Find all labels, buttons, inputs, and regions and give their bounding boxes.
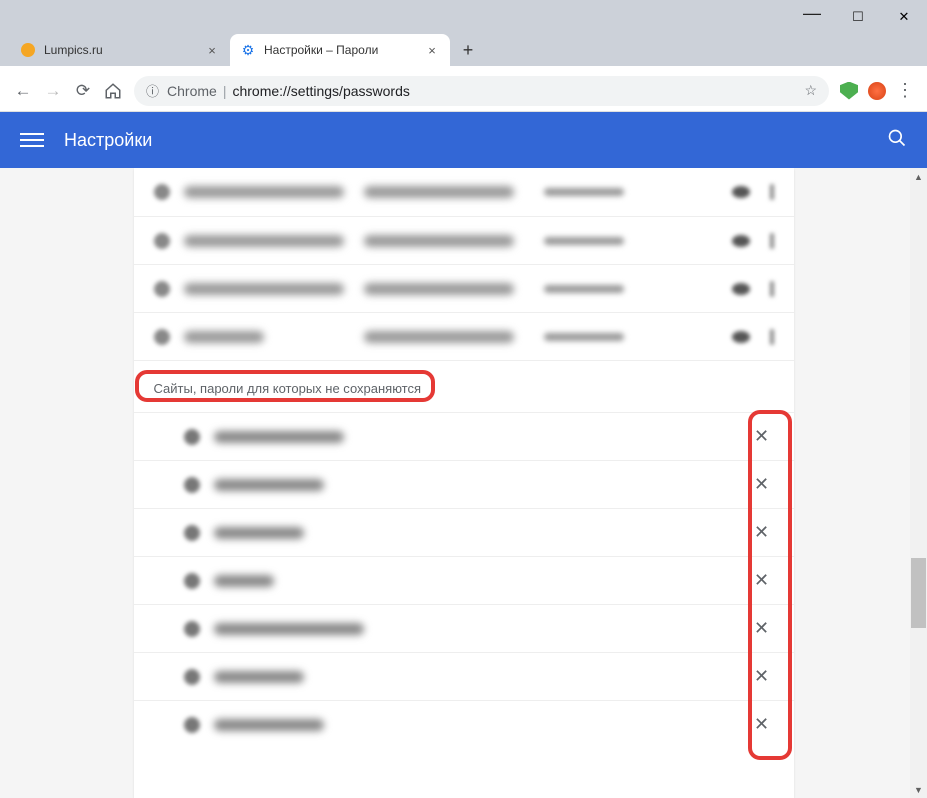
forward-button[interactable]: →: [38, 76, 68, 106]
site-name: [214, 431, 344, 443]
never-save-row[interactable]: ✕: [134, 652, 794, 700]
site-favicon-icon: [184, 429, 200, 445]
passwords-card: Сайты, пароли для которых не сохраняются…: [134, 168, 794, 798]
settings-title: Настройки: [64, 130, 887, 151]
site-name: [214, 479, 324, 491]
browser-menu-button[interactable]: ⋮: [891, 77, 919, 105]
site-name: [184, 331, 264, 343]
show-password-icon[interactable]: [732, 283, 750, 295]
search-icon[interactable]: [887, 128, 907, 153]
password-row[interactable]: [134, 168, 794, 216]
remove-x-icon[interactable]: ✕: [750, 570, 774, 591]
site-info-icon[interactable]: ⓘ: [146, 81, 159, 100]
extension-shield-icon[interactable]: [835, 77, 863, 105]
extension-orange-icon[interactable]: [863, 77, 891, 105]
site-name: [184, 186, 344, 198]
site-name: [184, 283, 344, 295]
home-button[interactable]: [98, 76, 128, 106]
window-close-button[interactable]: ✕: [881, 0, 927, 34]
tab-strip: Lumpics.ru × ⚙ Настройки – Пароли × +: [0, 30, 927, 66]
site-favicon-icon: [184, 621, 200, 637]
window-maximize-button[interactable]: ☐: [835, 0, 881, 34]
scroll-down-icon[interactable]: ▼: [910, 781, 927, 798]
password-masked: [544, 333, 624, 341]
site-favicon-icon: [154, 184, 170, 200]
show-password-icon[interactable]: [732, 331, 750, 343]
row-menu-icon[interactable]: [770, 184, 774, 200]
never-save-row[interactable]: ✕: [134, 460, 794, 508]
tab-lumpics[interactable]: Lumpics.ru ×: [10, 34, 230, 66]
scroll-thumb[interactable]: [911, 558, 926, 628]
new-tab-button[interactable]: +: [454, 36, 482, 64]
username: [364, 331, 514, 343]
vertical-scrollbar[interactable]: ▲ ▼: [910, 168, 927, 798]
password-row[interactable]: [134, 264, 794, 312]
site-favicon-icon: [154, 281, 170, 297]
site-name: [214, 575, 274, 587]
username: [364, 283, 514, 295]
username: [364, 186, 514, 198]
row-menu-icon[interactable]: [770, 281, 774, 297]
password-row[interactable]: [134, 312, 794, 360]
remove-x-icon[interactable]: ✕: [750, 666, 774, 687]
browser-toolbar: ← → ⟳ ⓘ Chrome | chrome://settings/passw…: [0, 70, 927, 112]
show-password-icon[interactable]: [732, 235, 750, 247]
never-save-row[interactable]: ✕: [134, 412, 794, 460]
tab-close-icon[interactable]: ×: [424, 42, 440, 58]
url-scheme-label: Chrome: [167, 83, 217, 99]
site-favicon-icon: [184, 717, 200, 733]
settings-header: Настройки: [0, 112, 927, 168]
site-favicon-icon: [184, 669, 200, 685]
home-icon: [104, 82, 122, 100]
never-save-row[interactable]: ✕: [134, 556, 794, 604]
site-favicon-icon: [184, 477, 200, 493]
never-saved-heading: Сайты, пароли для которых не сохраняются: [134, 360, 794, 412]
remove-x-icon[interactable]: ✕: [750, 618, 774, 639]
row-menu-icon[interactable]: [770, 233, 774, 249]
tab-title: Lumpics.ru: [44, 43, 204, 57]
tab-close-icon[interactable]: ×: [204, 42, 220, 58]
site-name: [214, 527, 304, 539]
site-favicon-icon: [154, 329, 170, 345]
remove-x-icon[interactable]: ✕: [750, 714, 774, 735]
favicon-gear-icon: ⚙: [240, 42, 256, 58]
reload-button[interactable]: ⟳: [68, 76, 98, 106]
menu-hamburger-icon[interactable]: [20, 128, 44, 152]
bookmark-star-icon[interactable]: ☆: [804, 82, 817, 99]
site-name: [184, 235, 344, 247]
url-text: chrome://settings/passwords: [232, 83, 409, 99]
favicon-orange-icon: [20, 42, 36, 58]
never-save-row[interactable]: ✕: [134, 604, 794, 652]
remove-x-icon[interactable]: ✕: [750, 474, 774, 495]
password-masked: [544, 237, 624, 245]
address-bar[interactable]: ⓘ Chrome | chrome://settings/passwords ☆: [134, 76, 829, 106]
password-row[interactable]: [134, 216, 794, 264]
scroll-up-icon[interactable]: ▲: [910, 168, 927, 185]
site-name: [214, 623, 364, 635]
password-masked: [544, 188, 624, 196]
site-name: [214, 719, 324, 731]
site-name: [214, 671, 304, 683]
never-save-row[interactable]: ✕: [134, 508, 794, 556]
username: [364, 235, 514, 247]
password-masked: [544, 285, 624, 293]
remove-x-icon[interactable]: ✕: [750, 426, 774, 447]
never-save-row[interactable]: ✕: [134, 700, 794, 748]
site-favicon-icon: [184, 525, 200, 541]
row-menu-icon[interactable]: [770, 329, 774, 345]
site-favicon-icon: [184, 573, 200, 589]
window-titlebar: — ☐ ✕: [0, 0, 927, 34]
remove-x-icon[interactable]: ✕: [750, 522, 774, 543]
back-button[interactable]: ←: [8, 76, 38, 106]
settings-content: Сайты, пароли для которых не сохраняются…: [0, 168, 927, 798]
site-favicon-icon: [154, 233, 170, 249]
window-minimize-button[interactable]: —: [789, 0, 835, 34]
tab-title: Настройки – Пароли: [264, 43, 424, 57]
show-password-icon[interactable]: [732, 186, 750, 198]
tab-settings-passwords[interactable]: ⚙ Настройки – Пароли ×: [230, 34, 450, 66]
